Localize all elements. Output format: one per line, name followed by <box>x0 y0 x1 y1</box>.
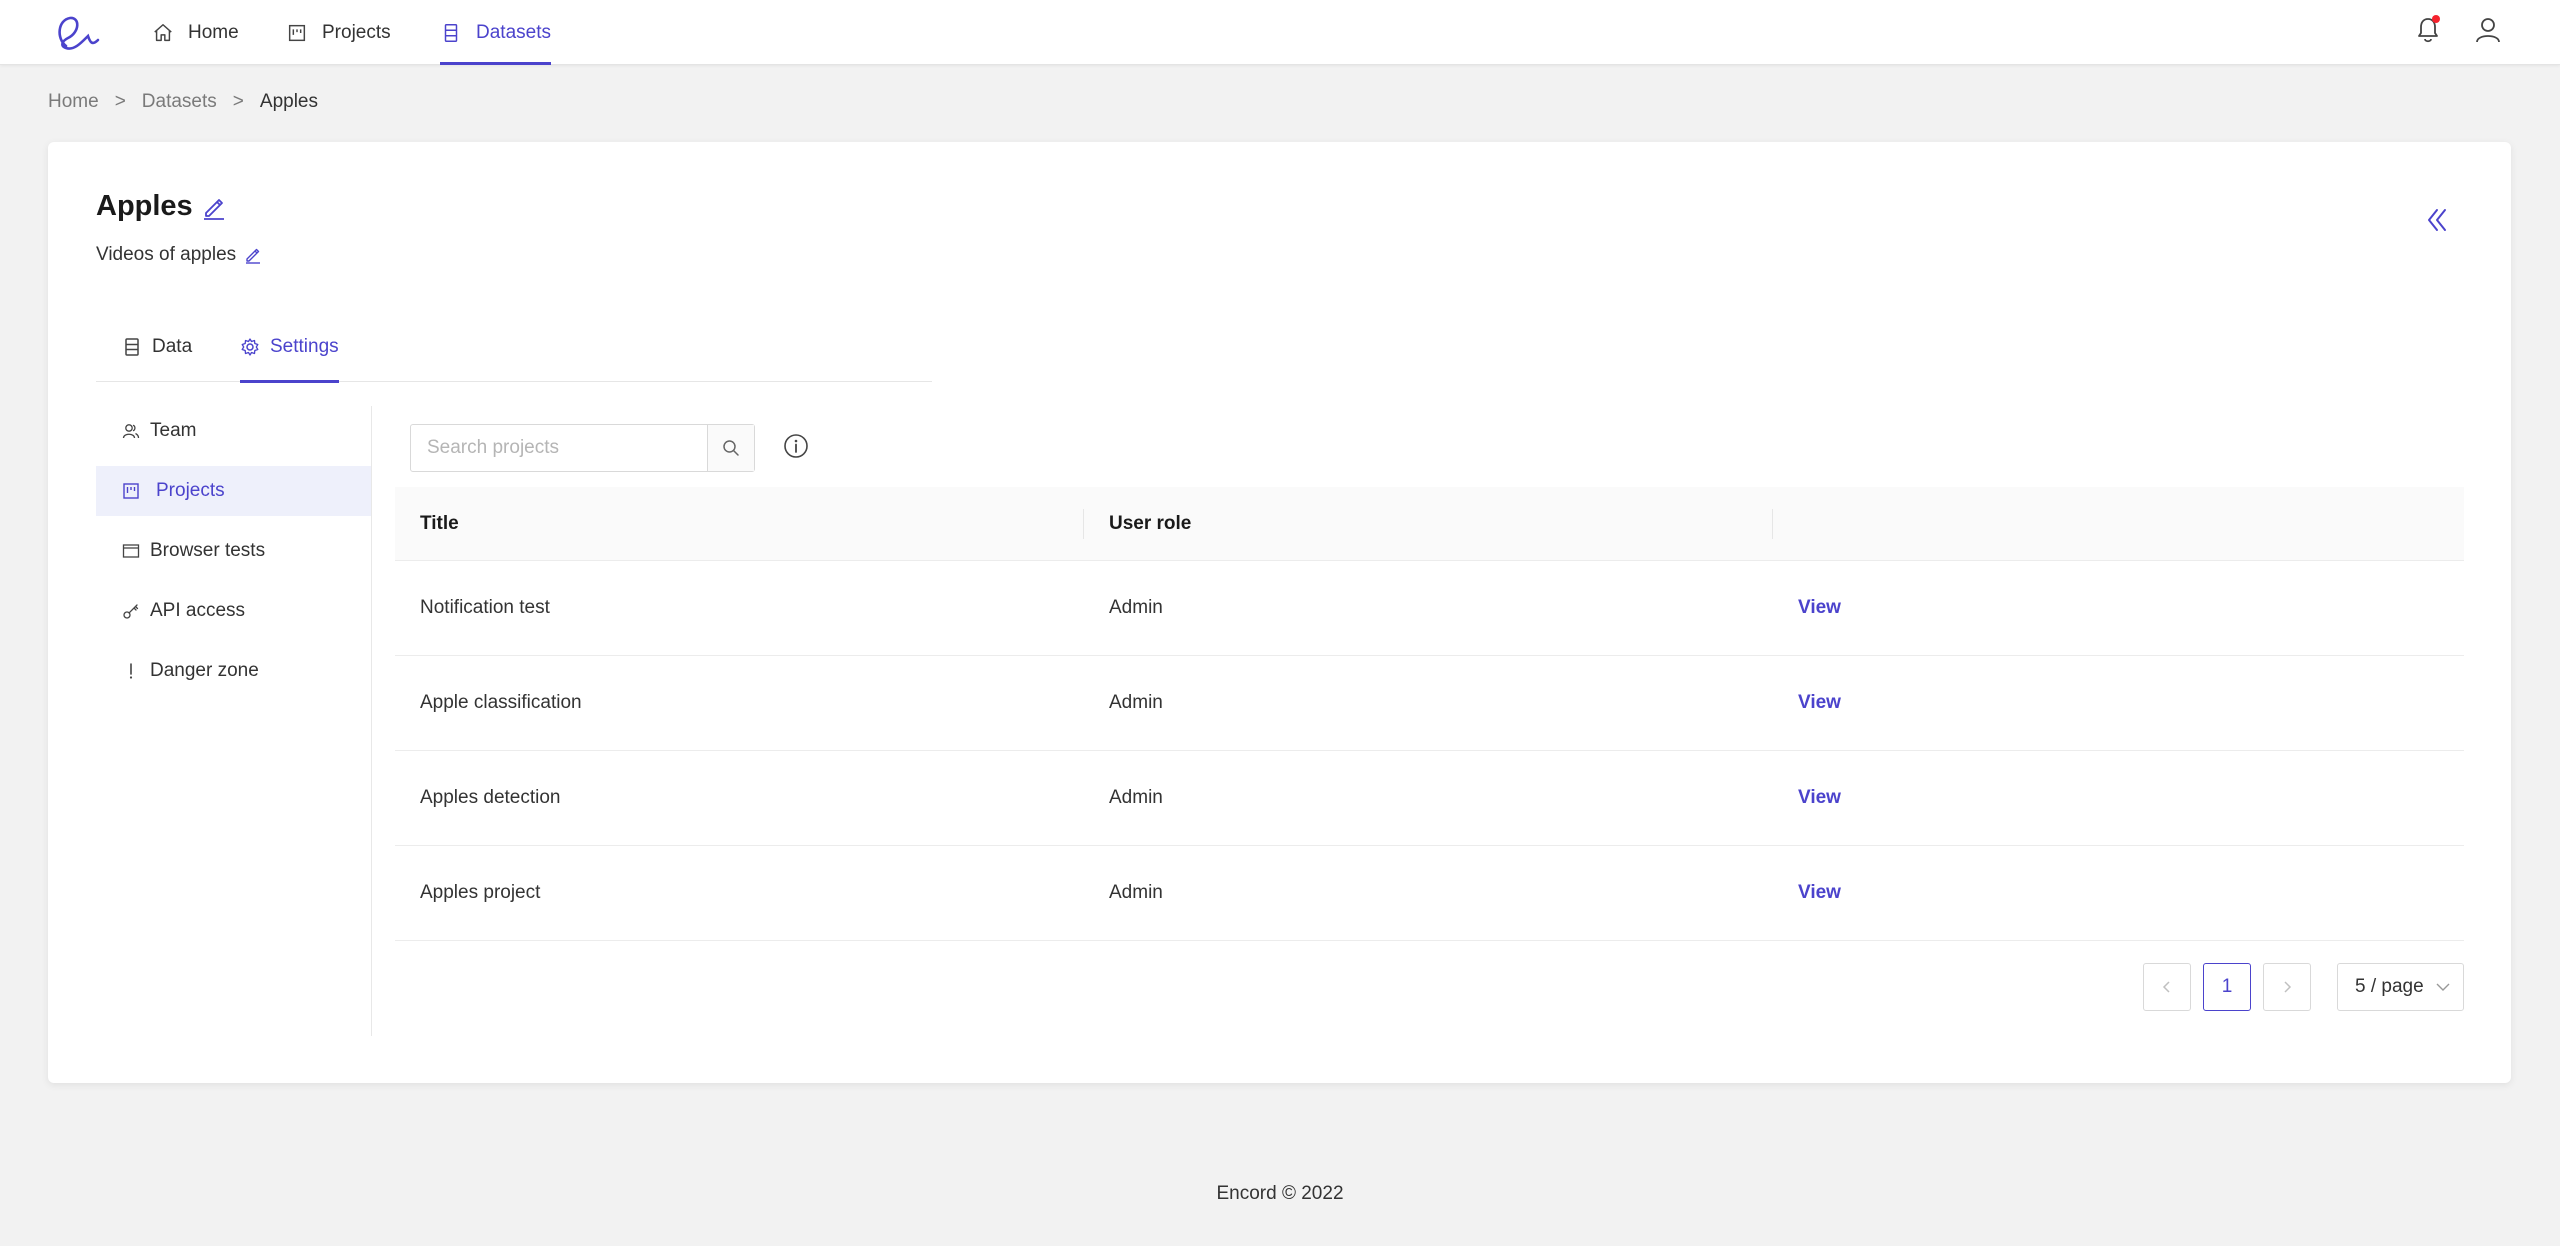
dataset-card: Apples Videos of apples Data Settings Te… <box>48 142 2511 1083</box>
project-title: Notification test <box>420 597 550 618</box>
page-title: Apples <box>96 190 193 222</box>
page-size-select[interactable]: 5 / page <box>2337 963 2464 1011</box>
description-row: Videos of apples <box>96 244 262 266</box>
side-item-label: Danger zone <box>150 660 259 681</box>
key-icon <box>123 604 139 619</box>
view-link[interactable]: View <box>1773 656 2464 750</box>
user-account-icon[interactable] <box>2474 16 2502 44</box>
pagination-page-1[interactable]: 1 <box>2203 963 2251 1011</box>
database-icon <box>125 338 139 356</box>
user-role: Admin <box>1109 787 1163 808</box>
footer-copyright: Encord © 2022 <box>1216 1183 1344 1204</box>
tab-settings-label: Settings <box>270 336 339 357</box>
tab-settings[interactable]: Settings <box>240 312 339 383</box>
view-link[interactable]: View <box>1773 846 2464 940</box>
tab-data[interactable]: Data <box>122 312 192 382</box>
column-header-title: Title <box>395 487 1084 560</box>
title-row: Apples <box>96 190 227 223</box>
table-header: Title User role <box>395 487 2464 561</box>
team-icon <box>122 424 140 439</box>
collapse-panel-icon[interactable] <box>2421 204 2453 236</box>
dataset-description: Videos of apples <box>96 244 237 265</box>
breadcrumb: Home > Datasets > Apples <box>48 91 318 113</box>
edit-description-icon[interactable] <box>244 246 262 264</box>
browser-icon <box>122 544 140 558</box>
info-icon[interactable] <box>782 432 810 460</box>
notification-bell-icon[interactable] <box>2414 15 2442 45</box>
search-projects <box>410 424 755 472</box>
side-item-projects[interactable]: Projects <box>96 466 371 516</box>
chevron-left-icon <box>2162 981 2170 993</box>
chevron-down-icon <box>2436 983 2450 991</box>
search-input[interactable] <box>411 425 707 471</box>
view-link[interactable]: View <box>1773 751 2464 845</box>
side-item-label: API access <box>150 600 246 621</box>
dataset-tabs: Data Settings <box>96 312 932 383</box>
side-item-team[interactable]: Team <box>96 406 371 456</box>
pagination-prev-button[interactable] <box>2143 963 2191 1011</box>
footer: Encord © 2022 <box>0 1183 2560 1205</box>
search-icon <box>723 440 739 456</box>
breadcrumb-separator: > <box>232 91 244 112</box>
breadcrumb-datasets[interactable]: Datasets <box>142 91 217 113</box>
projects-icon <box>288 24 306 41</box>
table-row: Apple classification Admin View <box>395 656 2464 751</box>
exclamation-icon <box>129 663 133 679</box>
user-role: Admin <box>1109 882 1163 903</box>
datasets-icon <box>444 23 458 42</box>
table-row: Apples project Admin View <box>395 846 2464 941</box>
edit-title-icon[interactable] <box>201 194 227 220</box>
nav-home-label: Home <box>188 21 239 43</box>
breadcrumb-home[interactable]: Home <box>48 91 99 113</box>
gear-icon <box>241 338 259 356</box>
nav-home[interactable]: Home <box>152 0 239 65</box>
tab-data-label: Data <box>152 336 193 357</box>
project-title: Apples project <box>420 882 541 903</box>
column-header-actions <box>1773 487 2464 560</box>
nav-datasets[interactable]: Datasets <box>440 0 551 65</box>
table-row: Apples detection Admin View <box>395 751 2464 846</box>
page-size-value: 5 / page <box>2355 976 2424 997</box>
nav-datasets-label: Datasets <box>476 21 551 43</box>
side-item-browser-tests[interactable]: Browser tests <box>96 526 371 576</box>
projects-icon <box>123 483 139 499</box>
top-navbar: Home Projects Datasets <box>0 0 2560 65</box>
user-role: Admin <box>1109 597 1163 618</box>
view-link[interactable]: View <box>1773 561 2464 655</box>
encord-logo[interactable] <box>52 12 102 54</box>
table-row: Notification test Admin View <box>395 561 2464 656</box>
side-item-label: Projects <box>156 480 225 501</box>
side-item-label: Browser tests <box>150 540 266 561</box>
home-icon <box>154 23 172 41</box>
breadcrumb-current: Apples <box>259 91 318 112</box>
project-title: Apples detection <box>420 787 561 808</box>
projects-table: Title User role Notification test Admin … <box>395 487 2464 941</box>
search-button[interactable] <box>707 425 754 471</box>
chevron-right-icon <box>2284 981 2292 993</box>
column-header-user-role: User role <box>1084 487 1773 560</box>
nav-projects-label: Projects <box>322 21 391 43</box>
side-item-api-access[interactable]: API access <box>96 586 371 636</box>
pagination-next-button[interactable] <box>2263 963 2311 1011</box>
settings-sidemenu: Team Projects Browser tests API access D… <box>96 406 372 1036</box>
breadcrumb-separator: > <box>114 91 126 112</box>
user-role: Admin <box>1109 692 1163 713</box>
project-title: Apple classification <box>420 692 582 713</box>
side-item-label: Team <box>150 420 197 441</box>
nav-projects[interactable]: Projects <box>286 0 391 65</box>
side-item-danger-zone[interactable]: Danger zone <box>96 646 371 696</box>
